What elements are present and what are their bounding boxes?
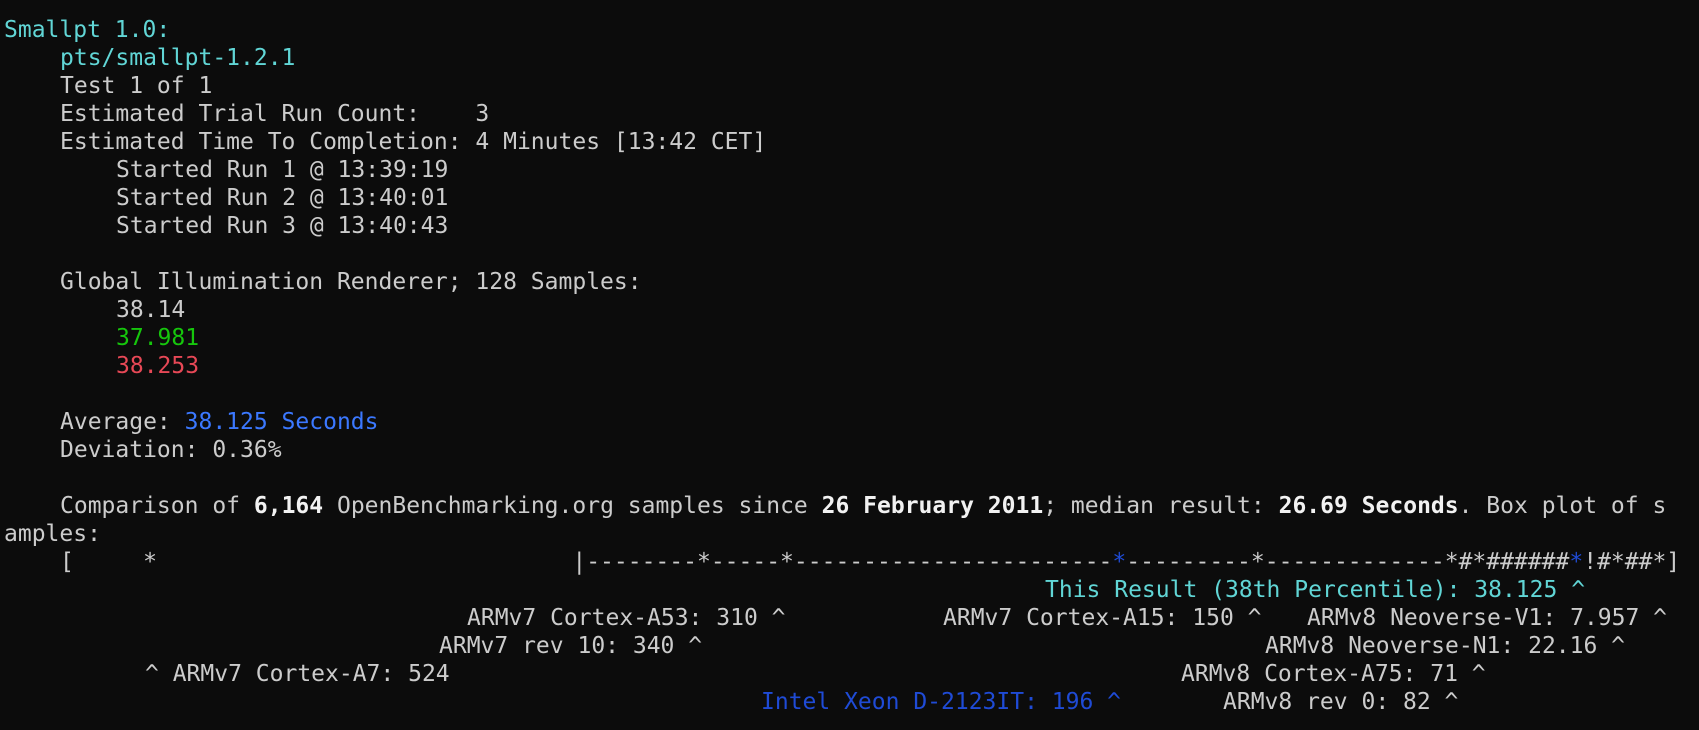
average-label: Average:	[60, 409, 185, 435]
cpu-annotation: ^ ARMv7 Cortex-A7: 524	[145, 661, 450, 687]
comparison-text: ; median result:	[1043, 493, 1279, 519]
sample-count: 6,164	[253, 493, 324, 519]
comparison-text: Comparison of	[60, 493, 254, 519]
test-label: Global Illumination Renderer; 128 Sample…	[60, 269, 642, 295]
suite-title: Smallpt 1.0:	[4, 17, 171, 43]
box-plot-this-marker: *	[1569, 549, 1584, 575]
annotation-row: This Result (38th Percentile): 38.125 ^	[4, 576, 1699, 604]
cpu-annotation: ARMv7 Cortex-A15: 150 ^	[943, 605, 1262, 631]
average-line: Average: 38.125 Seconds	[4, 408, 1699, 436]
run-line: Started Run 2 @ 13:40:01	[116, 185, 449, 211]
cpu-annotation: ARMv8 Neoverse-V1: 7.957 ^	[1307, 605, 1668, 631]
box-plot: [ * |--------*-----*--------------------…	[4, 548, 1699, 576]
annotation-row: ARMv7 Cortex-A53: 310 ^ ARMv7 Cortex-A15…	[4, 604, 1699, 632]
time-completion: Estimated Time To Completion: 4 Minutes …	[60, 129, 767, 155]
annotation-row: ^ ARMv7 Cortex-A7: 524 ARMv8 Cortex-A75:…	[4, 660, 1699, 688]
cpu-annotation: ARMv8 Neoverse-N1: 22.16 ^	[1265, 633, 1626, 659]
average-value: 38.125 Seconds	[184, 409, 379, 435]
annotation-row: Intel Xeon D-2123IT: 196 ^ ARMv8 rev 0: …	[4, 688, 1699, 716]
result-value-min: 37.981	[116, 325, 200, 351]
this-result-annotation: This Result (38th Percentile): 38.125 ^	[1045, 577, 1586, 603]
comparison-line: Comparison of 6,164 OpenBenchmarking.org…	[4, 492, 1699, 520]
cpu-annotation: ARMv7 rev 10: 340 ^	[439, 633, 703, 659]
since-date: 26 February 2011	[821, 493, 1044, 519]
box-plot-middle: ---------*-------------*#*######	[1126, 549, 1570, 575]
result-value: 38.14	[116, 297, 186, 323]
annotation-row: ARMv7 rev 10: 340 ^ ARMv8 Neoverse-N1: 2…	[4, 632, 1699, 660]
trial-count: Estimated Trial Run Count: 3	[60, 101, 490, 127]
box-plot-left: [ * |--------*-----*--------------------…	[60, 549, 1113, 575]
deviation-line: Deviation: 0.36%	[60, 437, 282, 463]
test-index: Test 1 of 1	[60, 73, 213, 99]
comparison-text: . Box plot of s	[1458, 493, 1667, 519]
comparison-line-wrap: amples:	[4, 521, 101, 547]
box-plot-this-marker: *	[1112, 549, 1127, 575]
box-plot-right: !#*##*]	[1583, 549, 1681, 575]
cpu-annotation-highlight: Intel Xeon D-2123IT: 196 ^	[761, 689, 1122, 715]
terminal-window[interactable]: Smallpt 1.0: pts/smallpt-1.2.1 Test 1 of…	[0, 0, 1699, 730]
run-line: Started Run 1 @ 13:39:19	[116, 157, 449, 183]
run-line: Started Run 3 @ 13:40:43	[116, 213, 449, 239]
test-profile: pts/smallpt-1.2.1	[60, 45, 296, 71]
median-result: 26.69 Seconds	[1278, 493, 1459, 519]
result-value-max: 38.253	[116, 353, 200, 379]
cpu-annotation: ARMv8 Cortex-A75: 71 ^	[1181, 661, 1486, 687]
cpu-annotation: ARMv8 rev 0: 82 ^	[1223, 689, 1459, 715]
comparison-text: OpenBenchmarking.org samples since	[323, 493, 822, 519]
cpu-annotation: ARMv7 Cortex-A53: 310 ^	[467, 605, 786, 631]
